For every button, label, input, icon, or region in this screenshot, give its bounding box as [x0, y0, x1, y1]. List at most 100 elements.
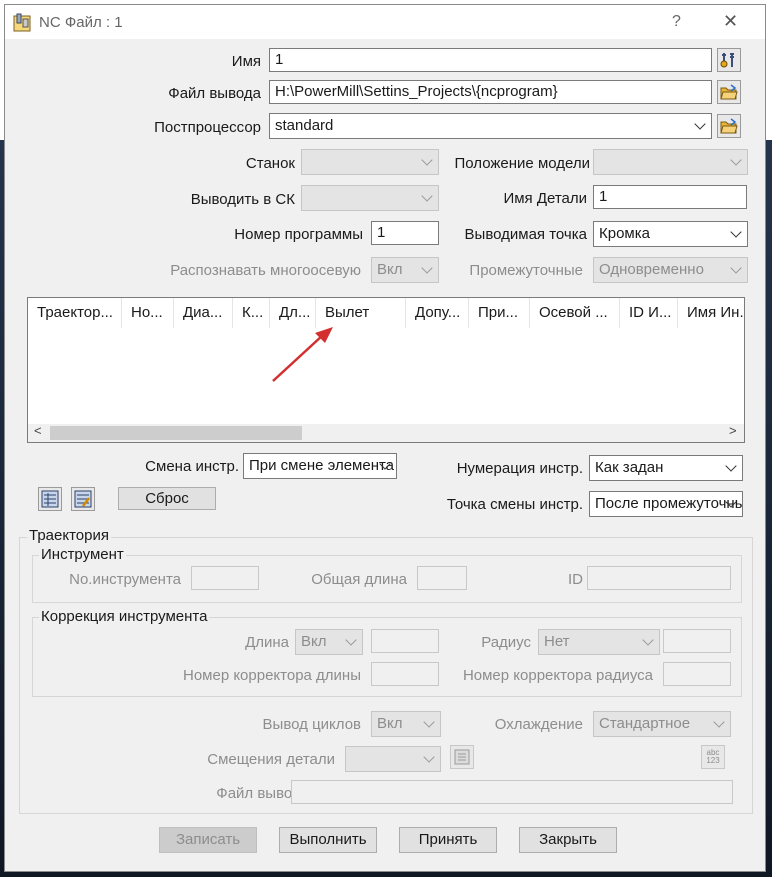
tool-change-point-label: Точка смены инстр.: [446, 496, 583, 513]
column-header[interactable]: Но...: [122, 298, 174, 328]
title-bar: NC Файл : 1 ? ✕: [5, 5, 765, 39]
scroll-right-button[interactable]: >: [729, 423, 737, 438]
name-input[interactable]: 1: [269, 48, 712, 72]
nc-file-dialog: NC Файл : 1 ? ✕ Имя 1 Файл вывода H:\Pow…: [4, 4, 766, 872]
output-point-value: Кромка: [599, 225, 650, 242]
radius-label: Радиус: [481, 634, 531, 651]
help-button[interactable]: ?: [672, 13, 681, 31]
chevron-down-icon: [423, 751, 435, 763]
multiaxis-select[interactable]: Вкл: [371, 257, 439, 283]
tool-number-label: No.инструмента: [69, 571, 181, 588]
part-name-label: Имя Детали: [503, 190, 587, 207]
tool-numbering-label: Нумерация инстр.: [456, 460, 583, 477]
app-icon: [13, 13, 33, 37]
chevron-down-icon: [345, 634, 357, 646]
radius-extra-input[interactable]: [663, 629, 731, 653]
id-input[interactable]: [587, 566, 731, 590]
total-length-input[interactable]: [417, 566, 467, 590]
output-cs-select[interactable]: [301, 185, 439, 211]
toolpath-title: Траектория: [27, 527, 111, 544]
write-button[interactable]: Записать: [159, 827, 257, 853]
length-extra-input[interactable]: [371, 629, 439, 653]
postprocessor-select[interactable]: standard: [269, 113, 712, 139]
part-name-input[interactable]: 1: [593, 185, 747, 209]
chevron-down-icon: [421, 154, 433, 166]
multiaxis-label: Распознавать многоосевую: [170, 262, 361, 279]
chevron-down-icon: [730, 226, 742, 238]
multiaxis-value: Вкл: [377, 261, 403, 278]
compensation-group-title: Коррекция инструмента: [39, 608, 210, 625]
column-header[interactable]: Осевой ...: [530, 298, 620, 328]
open-folder-icon[interactable]: [717, 80, 741, 104]
tool-group-title: Инструмент: [39, 546, 126, 563]
tool-change-value: При смене элемента: [249, 457, 395, 474]
workplane-offset-select[interactable]: [345, 746, 441, 772]
tool-number-input[interactable]: [191, 566, 259, 590]
execute-button[interactable]: Выполнить: [279, 827, 377, 853]
machine-label: Станок: [245, 155, 295, 172]
chevron-down-icon: [730, 154, 742, 166]
output-file-label: Файл вывода: [168, 85, 261, 102]
tool-list-icon[interactable]: [38, 487, 62, 511]
cycles-select[interactable]: Вкл: [371, 711, 441, 737]
scroll-thumb[interactable]: [50, 426, 302, 440]
intermediate-select[interactable]: Одновременно: [593, 257, 748, 283]
coolant-value: Стандартное: [599, 715, 691, 732]
tool-change-point-value: После промежуточных: [595, 495, 743, 512]
chevron-down-icon: [730, 262, 742, 274]
model-position-label: Положение модели: [454, 155, 591, 172]
red-arrow-annotation: [272, 327, 333, 382]
tool-list-edit-icon[interactable]: [71, 487, 95, 511]
tool-numbering-value: Как задан: [595, 459, 664, 476]
close-window-button[interactable]: ✕: [723, 11, 738, 32]
accept-button[interactable]: Принять: [399, 827, 497, 853]
program-number-label: Номер программы: [234, 226, 363, 243]
name-label: Имя: [231, 53, 261, 70]
length-register-label: Номер корректора длины: [182, 667, 361, 684]
column-header[interactable]: При...: [469, 298, 530, 328]
radius-select[interactable]: Нет: [538, 629, 660, 655]
tool-change-label: Смена инстр.: [145, 458, 239, 475]
tool-settings-icon[interactable]: [717, 48, 741, 72]
column-header[interactable]: Допу...: [406, 298, 469, 328]
toolpath-file-input[interactable]: [291, 780, 733, 804]
open-postprocessor-icon[interactable]: [717, 114, 741, 138]
output-point-label: Выводимая точка: [464, 226, 587, 243]
program-number-input[interactable]: 1: [371, 221, 439, 245]
radius-register-input[interactable]: [663, 662, 731, 686]
tool-change-select[interactable]: При смене элемента: [243, 453, 397, 479]
reset-button[interactable]: Сброс: [118, 487, 216, 510]
tool-change-point-select[interactable]: После промежуточных: [589, 491, 743, 517]
horizontal-scrollbar[interactable]: < >: [28, 423, 744, 442]
tool-numbering-select[interactable]: Как задан: [589, 455, 743, 481]
column-header[interactable]: Траектор...: [28, 298, 122, 328]
id-label: ID: [568, 571, 583, 588]
tools-table[interactable]: Траектор... Но... Диа... К... Дл... Выле…: [27, 297, 745, 443]
abc-numbering-icon[interactable]: abc 123: [701, 745, 725, 769]
column-header[interactable]: Диа...: [174, 298, 233, 328]
chevron-down-icon: [713, 716, 725, 728]
length-value: Вкл: [301, 633, 327, 650]
chevron-down-icon: [694, 118, 706, 130]
column-header[interactable]: ID И...: [620, 298, 678, 328]
length-register-input[interactable]: [371, 662, 439, 686]
cycles-value: Вкл: [377, 715, 403, 732]
total-length-label: Общая длина: [311, 571, 407, 588]
chevron-down-icon: [423, 716, 435, 728]
output-point-select[interactable]: Кромка: [593, 221, 748, 247]
workplane-offset-label: Смещения детали: [207, 751, 335, 768]
output-cs-label: Выводить в СК: [190, 191, 295, 208]
coolant-label: Охлаждение: [494, 716, 583, 733]
model-position-select[interactable]: [593, 149, 748, 175]
machine-select[interactable]: [301, 149, 439, 175]
close-button[interactable]: Закрыть: [519, 827, 617, 853]
intermediate-label: Промежуточные: [469, 262, 583, 279]
scroll-left-button[interactable]: <: [34, 423, 42, 438]
postprocessor-label: Постпроцессор: [154, 119, 261, 136]
length-select[interactable]: Вкл: [295, 629, 363, 655]
column-header[interactable]: Имя Ин...: [678, 298, 744, 328]
workplane-offset-icon[interactable]: [450, 745, 474, 769]
coolant-select[interactable]: Стандартное: [593, 711, 731, 737]
output-file-input[interactable]: H:\PowerMill\Settins_Projects\{ncprogram…: [269, 80, 712, 104]
chevron-down-icon: [421, 190, 433, 202]
